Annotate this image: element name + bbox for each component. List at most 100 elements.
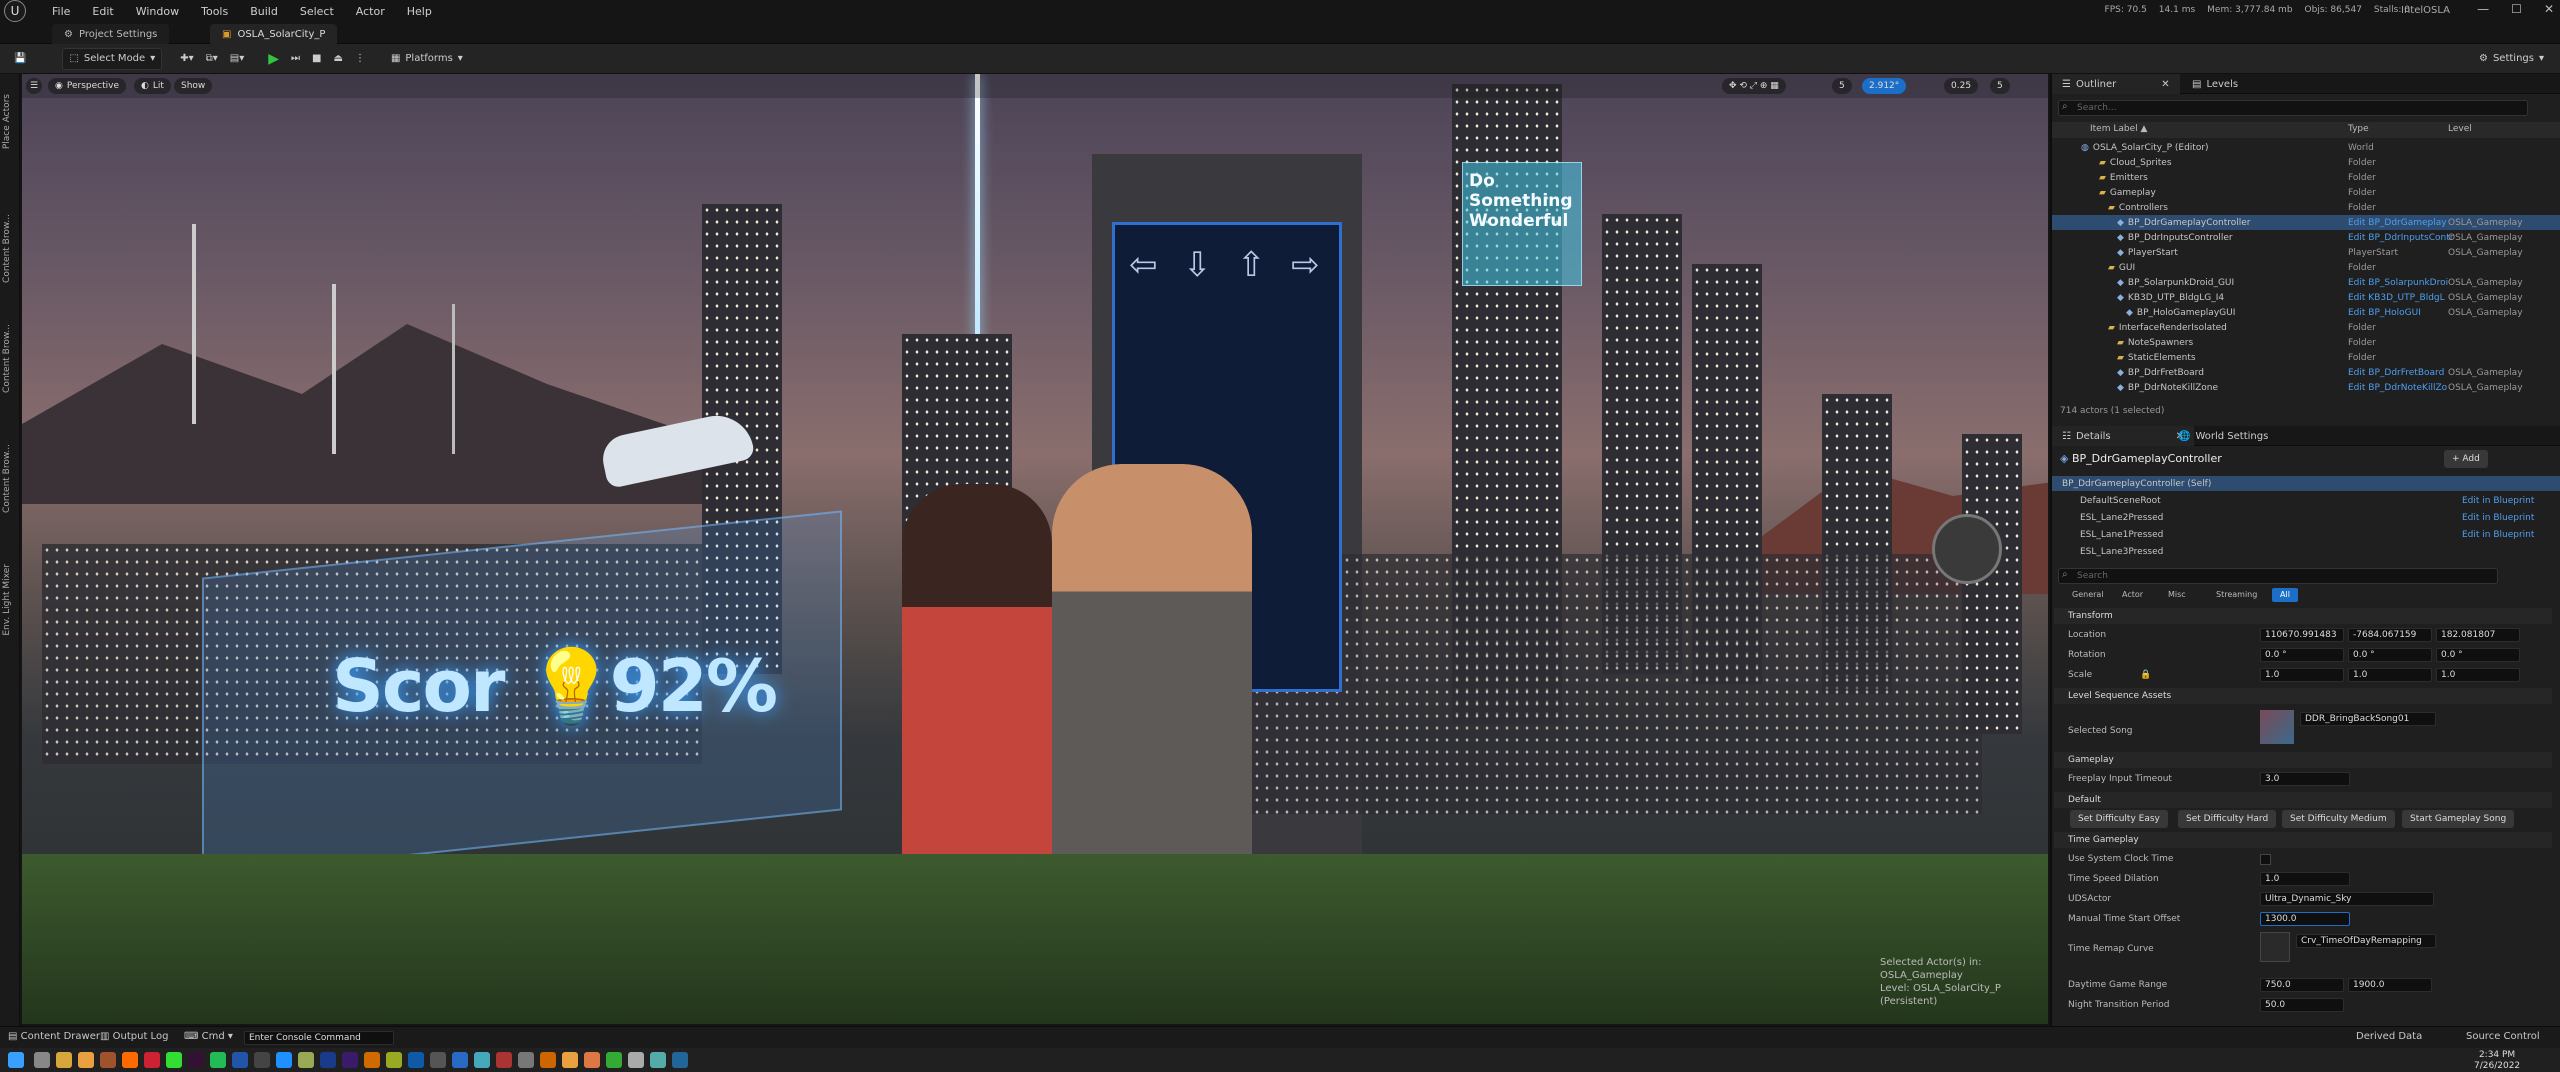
viewport-menu-icon[interactable]: ☰: [26, 78, 42, 94]
side-tab-place-actors[interactable]: Place Actors: [2, 94, 12, 149]
outliner-row[interactable]: ◍ OSLA_SolarCity_P (Editor) World: [2052, 140, 2560, 155]
lit-button[interactable]: ◐ Lit: [134, 78, 171, 94]
derived-data-button[interactable]: Derived Data: [2356, 1031, 2422, 1042]
daytime-range-min-field[interactable]: 750.0: [2260, 978, 2344, 992]
uds-actor-dropdown[interactable]: Ultra_Dynamic_Sky: [2260, 892, 2434, 906]
section-transform[interactable]: Transform: [2054, 608, 2552, 624]
rotation-y-field[interactable]: 0.0 °: [2348, 648, 2432, 662]
column-level[interactable]: Level: [2448, 124, 2472, 134]
outliner-row[interactable]: ▰ GUI Folder: [2052, 260, 2560, 275]
step-icon[interactable]: ⏭: [285, 48, 306, 70]
rotation-x-field[interactable]: 0.0 °: [2260, 648, 2344, 662]
app-icon[interactable]: [232, 1052, 248, 1068]
tab-world-settings[interactable]: 🌐 World Settings: [2168, 426, 2278, 446]
app-icon[interactable]: [474, 1052, 490, 1068]
outliner-row[interactable]: ◆ KB3D_UTP_BldgLG_I4 Edit KB3D_UTP_BldgL OS…: [2052, 290, 2560, 305]
output-log-button[interactable]: ▥ Output Log: [100, 1031, 168, 1042]
outliner-row[interactable]: ▰ StaticElements Folder: [2052, 350, 2560, 365]
outliner-row[interactable]: ▰ NoteSpawners Folder: [2052, 335, 2560, 350]
filter-misc[interactable]: Misc: [2160, 588, 2194, 602]
outliner-row-type[interactable]: Edit BP_SolarpunkDroi: [2348, 278, 2448, 288]
photoshop-icon[interactable]: [188, 1052, 204, 1068]
outliner-row[interactable]: ▰ Emitters Folder: [2052, 170, 2560, 185]
section-default[interactable]: Default: [2054, 792, 2552, 808]
tab-level[interactable]: ▣ OSLA_SolarCity_P: [210, 24, 338, 44]
outliner-row-type[interactable]: Edit KB3D_UTP_BldgL: [2348, 293, 2445, 303]
time-remap-curve-dropdown[interactable]: Crv_TimeOfDayRemapping: [2296, 934, 2436, 948]
more-options-icon[interactable]: ⋮: [349, 48, 371, 70]
app-icon[interactable]: [254, 1052, 270, 1068]
song-thumbnail[interactable]: [2260, 710, 2294, 744]
app-icon[interactable]: [386, 1052, 402, 1068]
component-row[interactable]: BP_DdrGameplayController (Self): [2052, 476, 2560, 491]
freeplay-timeout-field[interactable]: 3.0: [2260, 772, 2350, 786]
transform-tools[interactable]: ✥ ⟲ ⤢ ⊕ ▦: [1722, 78, 1786, 94]
vscode-icon[interactable]: [452, 1052, 468, 1068]
unreal-editor-icon[interactable]: [518, 1052, 534, 1068]
outliner-row[interactable]: ▰ InterfaceRenderIsolated Folder: [2052, 320, 2560, 335]
eject-icon[interactable]: ⏏: [328, 48, 349, 70]
outliner-search-input[interactable]: Search...: [2058, 100, 2528, 116]
blueprint-dropdown-icon[interactable]: ⧉▾: [200, 48, 224, 70]
add-component-button[interactable]: + Add: [2444, 450, 2488, 468]
start-gameplay-song-button[interactable]: Start Gameplay Song: [2402, 810, 2515, 828]
outliner-row[interactable]: ◆ BP_SolarpunkDroid_GUI Edit BP_SolarpunkD…: [2052, 275, 2560, 290]
app-icon[interactable]: [650, 1052, 666, 1068]
app-icon[interactable]: [496, 1052, 512, 1068]
source-control-button[interactable]: Source Control: [2466, 1031, 2540, 1042]
menu-select[interactable]: Select: [300, 5, 334, 18]
menu-window[interactable]: Window: [136, 5, 179, 18]
app-icon[interactable]: [562, 1052, 578, 1068]
night-transition-field[interactable]: 50.0: [2260, 998, 2344, 1012]
cmd-dropdown[interactable]: ⌨ Cmd ▾: [184, 1031, 233, 1042]
app-icon[interactable]: [342, 1052, 358, 1068]
console-command-input[interactable]: Enter Console Command: [244, 1031, 394, 1045]
grid-snap-value[interactable]: 5: [1832, 78, 1852, 94]
show-button[interactable]: Show: [174, 78, 213, 94]
filter-general[interactable]: General: [2064, 588, 2112, 602]
component-row[interactable]: ESL_Lane1Pressed Edit in Blueprint: [2052, 527, 2560, 542]
column-type[interactable]: Type: [2348, 124, 2369, 134]
outliner-row-type[interactable]: Edit BP_DdrGameplay: [2348, 218, 2447, 228]
menu-file[interactable]: File: [52, 5, 70, 18]
use-system-clock-checkbox[interactable]: [2260, 854, 2271, 865]
unreal-engine-icon[interactable]: [628, 1052, 644, 1068]
location-y-field[interactable]: -7684.067159: [2348, 628, 2432, 642]
maximize-icon[interactable]: ☐: [2511, 2, 2522, 16]
cinematics-dropdown-icon[interactable]: ▤▾: [224, 48, 250, 70]
selected-song-dropdown[interactable]: DDR_BringBackSong01: [2300, 712, 2436, 726]
taskbar-clock[interactable]: 2:34 PM 7/26/2022: [2474, 1050, 2520, 1072]
manual-time-offset-field[interactable]: 1300.0: [2260, 912, 2350, 926]
app-icon[interactable]: [100, 1052, 116, 1068]
scale-label[interactable]: Scale: [2068, 670, 2092, 680]
minimize-icon[interactable]: —: [2477, 2, 2489, 16]
menu-edit[interactable]: Edit: [92, 5, 113, 18]
outliner-row[interactable]: ▰ Cloud_Sprites Folder: [2052, 155, 2560, 170]
set-difficulty-medium-button[interactable]: Set Difficulty Medium: [2282, 810, 2395, 828]
tab-project-settings[interactable]: ⚙ Project Settings: [52, 24, 170, 44]
location-z-field[interactable]: 182.081807: [2436, 628, 2520, 642]
filter-streaming[interactable]: Streaming: [2208, 588, 2265, 602]
set-difficulty-hard-button[interactable]: Set Difficulty Hard: [2178, 810, 2277, 828]
outliner-row[interactable]: ◆ BP_DdrFretBoard Edit BP_DdrFretBoard OSLA…: [2052, 365, 2560, 380]
app-icon[interactable]: [298, 1052, 314, 1068]
time-speed-dilation-field[interactable]: 1.0: [2260, 872, 2350, 886]
platforms-dropdown[interactable]: ▦ Platforms ▾: [385, 48, 469, 70]
outliner-row[interactable]: ▰ Gameplay Folder: [2052, 185, 2560, 200]
gmail-icon[interactable]: [144, 1052, 160, 1068]
illustrator-icon[interactable]: [364, 1052, 380, 1068]
filter-actor[interactable]: Actor: [2114, 588, 2151, 602]
outliner-row[interactable]: ◆ BP_DdrInputsController Edit BP_DdrInputs…: [2052, 230, 2560, 245]
set-difficulty-easy-button[interactable]: Set Difficulty Easy: [2070, 810, 2168, 828]
app-icon[interactable]: [430, 1052, 446, 1068]
app-icon[interactable]: [540, 1052, 556, 1068]
side-tab-env-light-mixer[interactable]: Env. Light Mixer: [2, 564, 12, 636]
windows-start-icon[interactable]: [8, 1052, 24, 1068]
scale-x-field[interactable]: 1.0: [2260, 668, 2344, 682]
section-level-sequence-assets[interactable]: Level Sequence Assets: [2054, 688, 2552, 704]
save-icon[interactable]: 💾: [8, 48, 32, 70]
outliner-row[interactable]: ▰ Controllers Folder: [2052, 200, 2560, 215]
filter-all[interactable]: All: [2272, 588, 2298, 602]
perspective-button[interactable]: ◉ Perspective: [48, 78, 126, 94]
location-label[interactable]: Location: [2068, 630, 2106, 640]
